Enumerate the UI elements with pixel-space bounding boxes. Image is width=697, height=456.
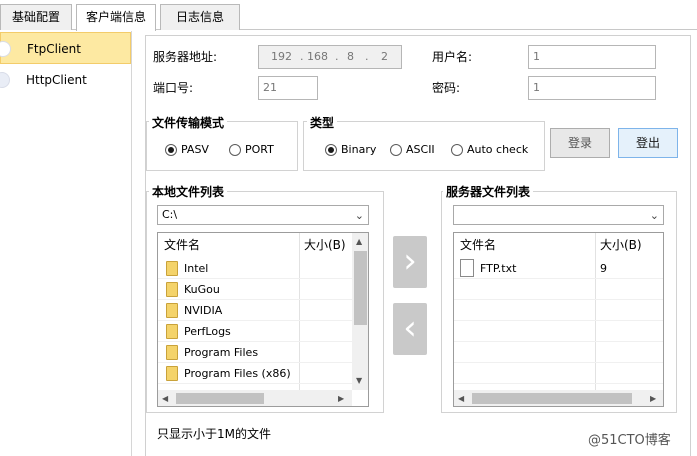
scroll-right-icon[interactable]: ▶ <box>338 394 344 404</box>
sidebar-item-label: FtpClient <box>27 42 81 56</box>
ip-dot: . <box>335 50 339 63</box>
scroll-right-icon[interactable]: ▶ <box>650 394 656 404</box>
radio-label: Auto check <box>467 143 529 156</box>
sidebar-item-label: HttpClient <box>26 73 87 87</box>
list-item[interactable]: Intel <box>158 258 352 279</box>
radio-unchecked-icon <box>229 143 241 156</box>
username-label: 用户名: <box>432 50 473 64</box>
folder-icon <box>166 282 178 297</box>
tab-log-info[interactable]: 日志信息 <box>160 4 240 30</box>
sidebar-item-httpclient[interactable]: HttpClient <box>0 64 131 96</box>
server-file-list[interactable]: 文件名 大小(B) FTP.txt 9 ◀ ▶ <box>453 232 664 407</box>
status-dot-icon <box>0 41 11 57</box>
chevron-down-icon: ⌄ <box>354 209 364 222</box>
radio-unchecked-icon <box>390 143 402 156</box>
horizontal-scrollbar[interactable]: ◀ ▶ <box>158 390 352 406</box>
ip-dot: . <box>365 50 369 63</box>
scroll-down-icon[interactable]: ▼ <box>356 376 362 386</box>
status-dot-icon <box>0 72 10 88</box>
radio-port[interactable]: PORT <box>229 143 274 156</box>
server-path-select[interactable]: ⌄ <box>453 205 664 225</box>
server-ip-field[interactable]: 192 . 168 . 8 . 2 <box>258 45 402 69</box>
list-item[interactable]: PerfLogs <box>158 321 352 342</box>
logout-button[interactable]: 登出 <box>618 128 678 158</box>
scrollbar-thumb[interactable] <box>354 251 367 325</box>
chevron-right-icon: › <box>403 241 417 281</box>
file-size-note: 只显示小于1M的文件 <box>157 427 271 441</box>
list-item[interactable]: Program Files (x86) <box>158 363 352 384</box>
port-input[interactable]: 21 <box>258 76 318 100</box>
radio-auto-check[interactable]: Auto check <box>451 143 528 156</box>
download-arrow-button[interactable]: ‹ <box>393 303 427 355</box>
ip-octet-4[interactable]: 2 <box>381 46 388 68</box>
scrollbar-thumb[interactable] <box>176 393 264 404</box>
file-size: 9 <box>600 262 607 275</box>
local-path-value: C:\ <box>162 208 178 221</box>
login-button[interactable]: 登录 <box>550 128 610 158</box>
radio-unchecked-icon <box>451 143 463 156</box>
watermark: @51CTO博客 <box>588 433 671 448</box>
radio-label: PORT <box>245 143 274 156</box>
list-item-empty <box>454 279 663 300</box>
radio-checked-icon <box>325 143 337 156</box>
type-title: 类型 <box>307 114 338 131</box>
list-item[interactable]: FTP.txt 9 <box>454 258 663 279</box>
radio-label: ASCII <box>406 143 435 156</box>
tab-basic-config[interactable]: 基础配置 <box>0 4 72 30</box>
port-label: 端口号: <box>153 81 194 95</box>
password-label: 密码: <box>432 81 461 95</box>
scroll-up-icon[interactable]: ▲ <box>356 237 362 247</box>
ip-octet-2[interactable]: 168 <box>307 46 328 68</box>
horizontal-scrollbar[interactable]: ◀ ▶ <box>454 390 663 406</box>
tab-client-info[interactable]: 客户端信息 <box>76 4 156 31</box>
list-item[interactable]: NVIDIA <box>158 300 352 321</box>
password-input[interactable]: 1 <box>528 76 656 100</box>
text-file-icon <box>460 259 474 277</box>
vertical-scrollbar[interactable]: ▲ ▼ <box>352 233 368 390</box>
list-item[interactable]: Program Files <box>158 342 352 363</box>
column-header-name[interactable]: 文件名 <box>454 233 496 257</box>
column-header-name[interactable]: 文件名 <box>158 233 200 257</box>
column-header-size[interactable]: 大小(B) <box>594 233 642 257</box>
upload-arrow-button[interactable]: › <box>393 236 427 288</box>
scroll-left-icon[interactable]: ◀ <box>458 394 464 404</box>
transfer-mode-title: 文件传输模式 <box>149 114 228 131</box>
list-item-empty <box>454 321 663 342</box>
local-file-list-title: 本地文件列表 <box>149 183 228 200</box>
tab-bar: 基础配置 客户端信息 日志信息 <box>0 0 697 31</box>
ip-octet-1[interactable]: 192 <box>271 46 292 68</box>
list-item-empty <box>454 342 663 363</box>
local-file-list[interactable]: 文件名 大小(B) Intel KuGou NVIDIA PerfLogs Pr… <box>157 232 369 407</box>
folder-icon <box>166 303 178 318</box>
radio-checked-icon <box>165 143 177 156</box>
sidebar-item-ftpclient[interactable]: FtpClient <box>0 32 131 64</box>
ip-octet-3[interactable]: 8 <box>347 46 354 68</box>
local-path-select[interactable]: C:\ ⌄ <box>157 205 369 225</box>
folder-icon <box>166 366 178 381</box>
server-file-list-title: 服务器文件列表 <box>443 183 534 200</box>
radio-binary[interactable]: Binary <box>325 143 376 156</box>
list-item-empty <box>454 300 663 321</box>
list-item[interactable]: KuGou <box>158 279 352 300</box>
radio-label: PASV <box>181 143 209 156</box>
radio-pasv[interactable]: PASV <box>165 143 209 156</box>
scrollbar-thumb[interactable] <box>472 393 632 404</box>
ip-dot: . <box>300 50 304 63</box>
username-input[interactable]: 1 <box>528 45 656 69</box>
radio-label: Binary <box>341 143 377 156</box>
folder-icon <box>166 261 178 276</box>
chevron-down-icon: ⌄ <box>649 209 659 222</box>
sidebar: FtpClient HttpClient <box>0 31 132 456</box>
chevron-left-icon: ‹ <box>403 308 417 348</box>
list-item-empty <box>454 363 663 384</box>
server-address-label: 服务器地址: <box>153 50 218 64</box>
column-header-size[interactable]: 大小(B) <box>298 233 346 257</box>
scroll-left-icon[interactable]: ◀ <box>162 394 168 404</box>
radio-ascii[interactable]: ASCII <box>390 143 435 156</box>
folder-icon <box>166 345 178 360</box>
folder-icon <box>166 324 178 339</box>
